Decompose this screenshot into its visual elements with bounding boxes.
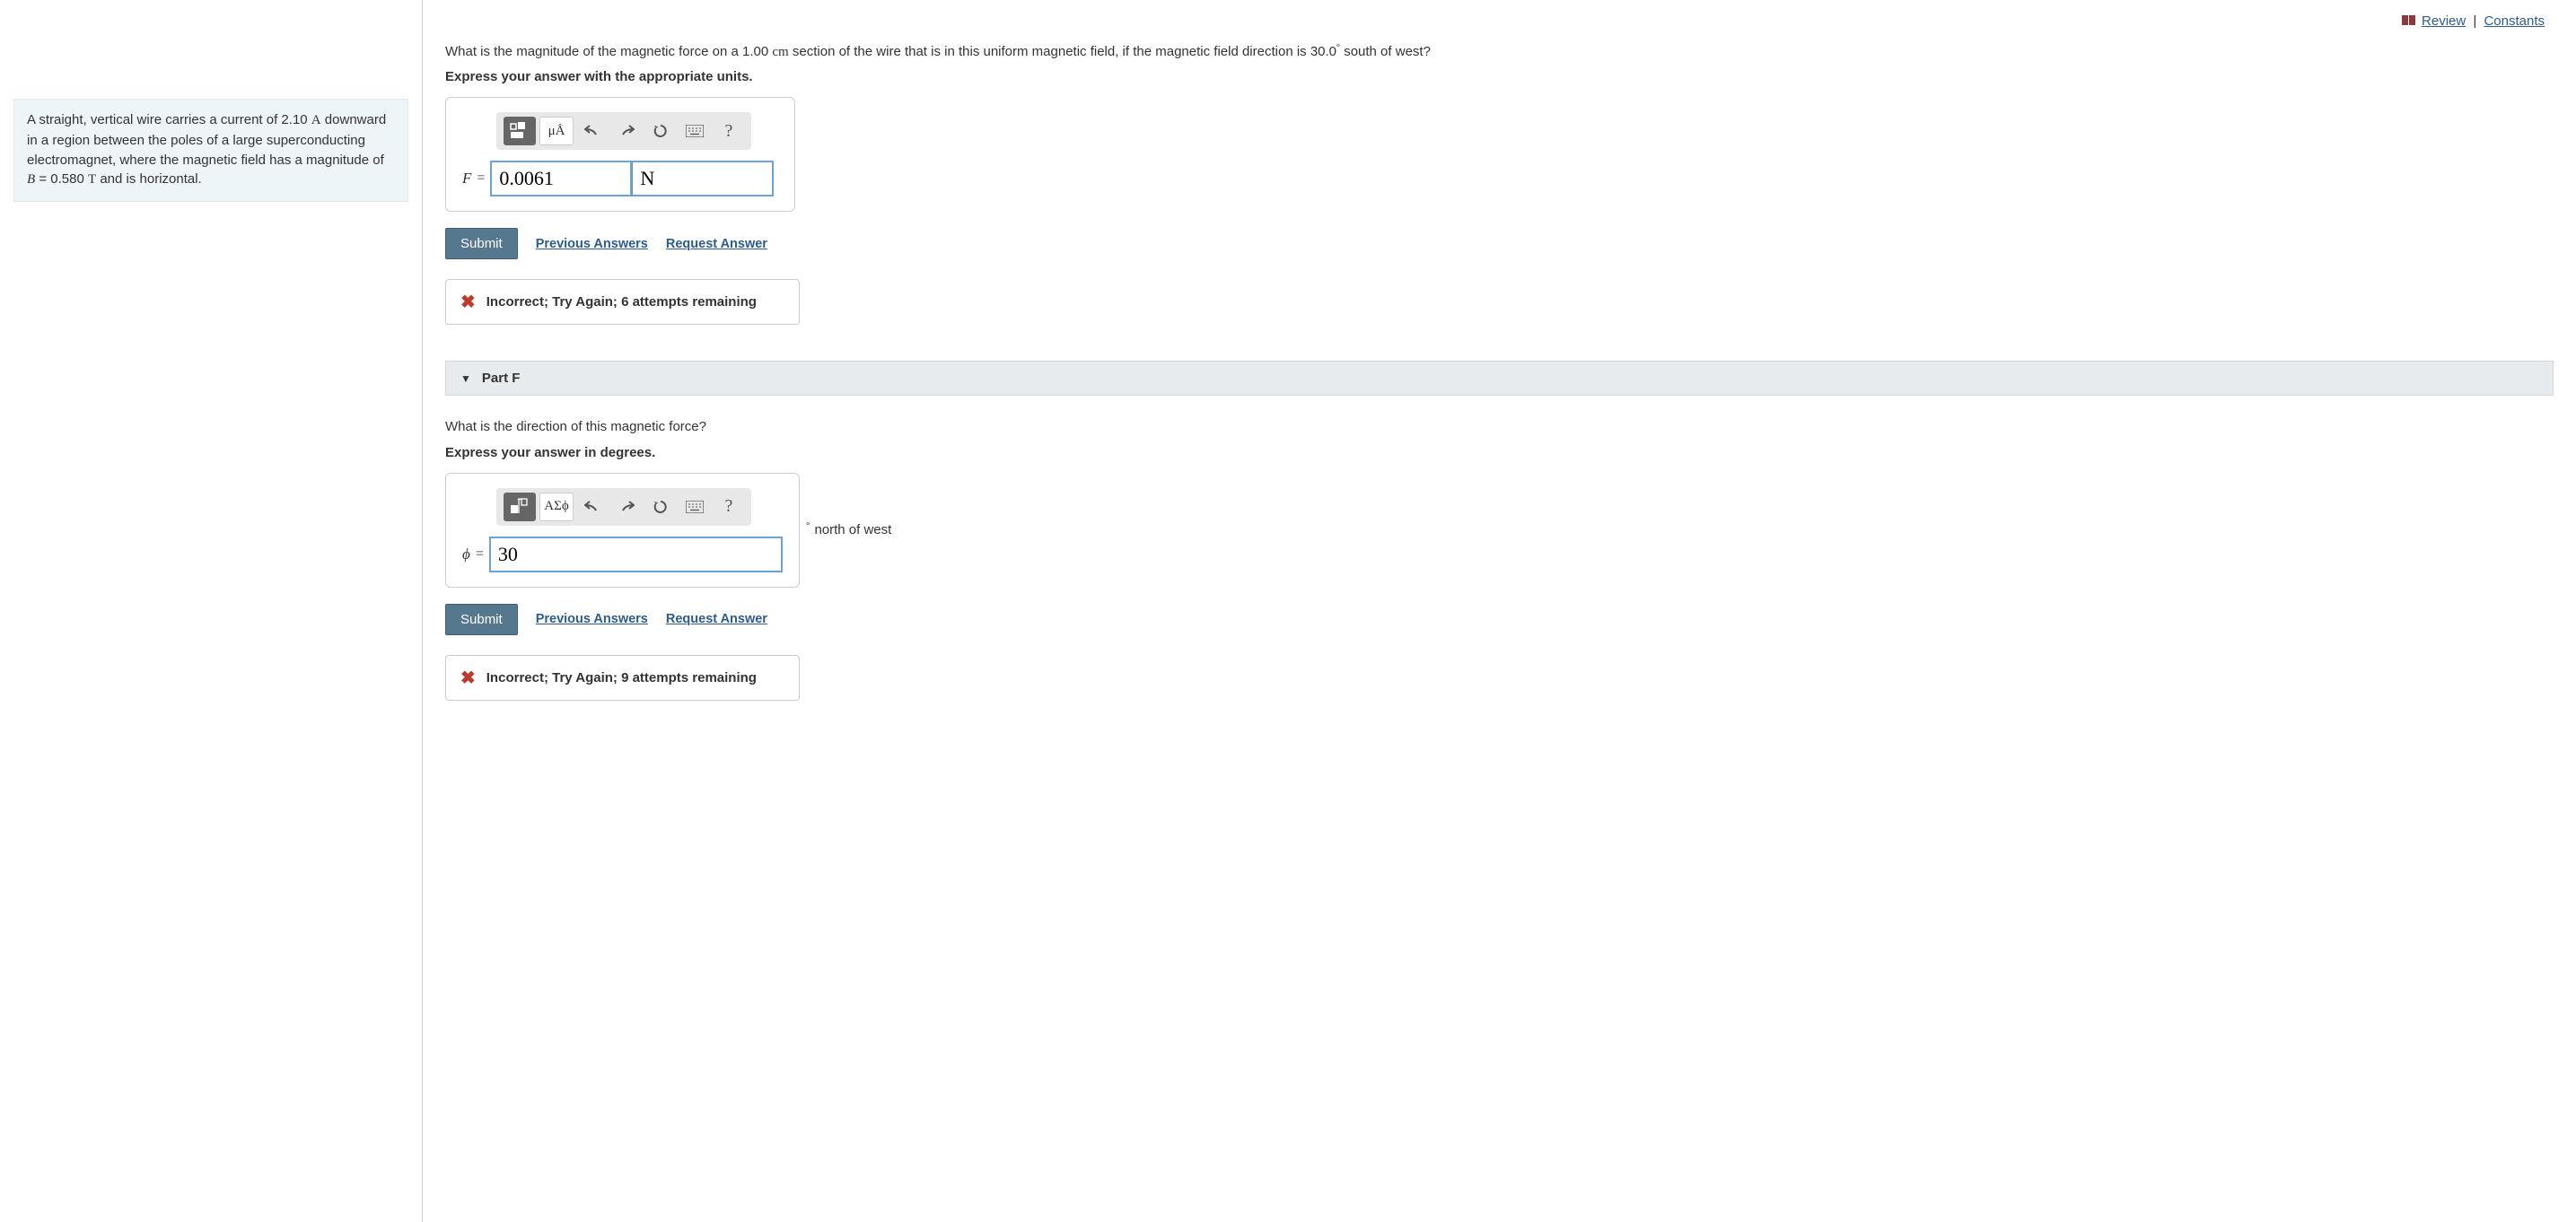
header-links: Review | Constants bbox=[445, 9, 2554, 34]
current-unit: A bbox=[311, 113, 321, 127]
problem-text: A straight, vertical wire carries a curr… bbox=[27, 112, 311, 127]
variable-phi: ϕ bbox=[462, 546, 470, 563]
part-f-answer-box: ΑΣϕ ? bbox=[445, 473, 800, 588]
special-chars-button[interactable]: μÅ bbox=[539, 117, 574, 145]
part-f-instruction: Express your answer in degrees. bbox=[445, 445, 2554, 460]
redo-icon[interactable] bbox=[611, 117, 642, 145]
request-answer-link[interactable]: Request Answer bbox=[666, 237, 767, 251]
b-variable: B bbox=[27, 172, 35, 187]
part-f-question: What is the direction of this magnetic f… bbox=[445, 417, 2554, 438]
request-answer-link[interactable]: Request Answer bbox=[666, 612, 767, 626]
trailing-unit: ∘ north of west bbox=[805, 522, 891, 537]
undo-icon[interactable] bbox=[577, 493, 608, 521]
problem-text: = 0.580 bbox=[35, 171, 88, 187]
part-e-instruction: Express your answer with the appropriate… bbox=[445, 69, 2554, 84]
direction-text: north of west bbox=[814, 522, 891, 537]
part-f-buttons: Submit Previous Answers Request Answer bbox=[445, 604, 2554, 635]
submit-button[interactable]: Submit bbox=[445, 228, 518, 259]
redo-icon[interactable] bbox=[611, 493, 642, 521]
part-f-answer-row: ϕ = bbox=[462, 537, 783, 572]
feedback-text: Incorrect; Try Again; 9 attempts remaini… bbox=[486, 670, 757, 685]
submit-button[interactable]: Submit bbox=[445, 604, 518, 635]
incorrect-icon: ✖ bbox=[460, 667, 476, 689]
template-icon[interactable] bbox=[504, 493, 536, 521]
equals: = bbox=[477, 170, 485, 187]
flag-icon[interactable] bbox=[2402, 14, 2416, 30]
part-f-feedback: ✖ Incorrect; Try Again; 9 attempts remai… bbox=[445, 655, 800, 701]
degree-symbol: ∘ bbox=[805, 519, 810, 529]
part-f-body: What is the direction of this magnetic f… bbox=[445, 396, 2554, 701]
part-e-buttons: Submit Previous Answers Request Answer bbox=[445, 228, 2554, 259]
template-icon[interactable] bbox=[504, 117, 536, 145]
variable-f: F bbox=[462, 170, 471, 188]
keyboard-icon[interactable] bbox=[679, 493, 710, 521]
caret-down-icon: ▼ bbox=[460, 372, 471, 385]
value-input[interactable] bbox=[490, 161, 632, 196]
value-input[interactable] bbox=[489, 537, 783, 572]
part-f-toolbar: ΑΣϕ ? bbox=[496, 488, 751, 526]
part-e-toolbar: μÅ ? bbox=[496, 112, 751, 150]
previous-answers-link[interactable]: Previous Answers bbox=[536, 612, 648, 626]
special-chars-button[interactable]: ΑΣϕ bbox=[539, 493, 574, 521]
constants-link[interactable]: Constants bbox=[2484, 13, 2545, 29]
separator: | bbox=[2473, 13, 2476, 29]
part-f-header[interactable]: ▼ Part F bbox=[445, 361, 2554, 396]
reset-icon[interactable] bbox=[645, 117, 676, 145]
help-icon[interactable]: ? bbox=[714, 117, 744, 145]
unit-input[interactable] bbox=[632, 161, 774, 196]
feedback-text: Incorrect; Try Again; 6 attempts remaini… bbox=[486, 294, 757, 310]
help-icon[interactable]: ? bbox=[714, 493, 744, 521]
keyboard-icon[interactable] bbox=[679, 117, 710, 145]
equals: = bbox=[476, 546, 484, 563]
incorrect-icon: ✖ bbox=[460, 291, 476, 313]
part-e-body: What is the magnitude of the magnetic fo… bbox=[445, 34, 2554, 326]
problem-statement: A straight, vertical wire carries a curr… bbox=[13, 99, 408, 202]
review-link[interactable]: Review bbox=[2422, 13, 2466, 29]
part-e-answer-box: μÅ ? F = bbox=[445, 97, 795, 212]
reset-icon[interactable] bbox=[645, 493, 676, 521]
previous-answers-link[interactable]: Previous Answers bbox=[536, 237, 648, 251]
part-e-feedback: ✖ Incorrect; Try Again; 6 attempts remai… bbox=[445, 279, 800, 325]
b-unit: T bbox=[88, 172, 96, 187]
undo-icon[interactable] bbox=[577, 117, 608, 145]
part-f-title: Part F bbox=[482, 371, 521, 386]
problem-text: and is horizontal. bbox=[96, 171, 202, 187]
part-e-question: What is the magnitude of the magnetic fo… bbox=[445, 41, 2554, 63]
part-e-answer-row: F = bbox=[462, 161, 778, 196]
